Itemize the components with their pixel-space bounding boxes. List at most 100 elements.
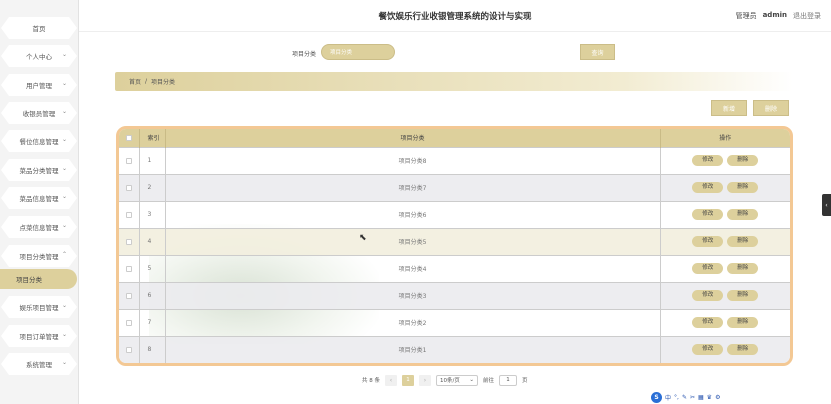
ime-logo-icon[interactable]: S [651, 391, 662, 403]
select-all-checkbox[interactable] [125, 134, 132, 141]
row-checkbox[interactable] [125, 346, 132, 353]
row-ops: 修改 删除 [660, 146, 790, 174]
table-row: 2 项目分类7 修改 删除 [119, 173, 790, 201]
row-checkbox[interactable] [125, 211, 132, 218]
chevron-down-icon: ⌄ [61, 331, 67, 338]
query-button[interactable]: 查询 [580, 44, 615, 60]
breadcrumb-home[interactable]: 首页 [129, 77, 141, 86]
page-unit-label: 页 [522, 378, 528, 384]
sidebar-item-label: 菜品信息管理 [19, 195, 59, 203]
table-row: 1 项目分类8 修改 删除 [119, 146, 790, 174]
row-index: 5 [139, 254, 166, 282]
delete-button[interactable]: 删除 [727, 182, 759, 193]
prev-page-button[interactable]: ‹ [385, 374, 397, 386]
edit-button[interactable]: 修改 [692, 290, 724, 301]
pagination: 共 8 条 ‹ 1 › 10条/页 ⌄ 前往 1 页 [362, 374, 528, 386]
sidebar-item-cashier-management[interactable]: 收银员管理 ⌄ [1, 102, 77, 124]
row-checkbox-cell [119, 308, 140, 336]
edit-button[interactable]: 修改 [692, 209, 724, 220]
row-checkbox[interactable] [125, 157, 132, 164]
delete-button[interactable]: 删除 [727, 236, 759, 247]
sidebar-item-dish-info[interactable]: 菜品信息管理 ⌄ [1, 187, 77, 209]
header-index: 索引 [139, 129, 166, 147]
goto-page-input[interactable]: 1 [499, 374, 518, 386]
header-ops: 操作 [660, 129, 790, 147]
page-number-button[interactable]: 1 [402, 374, 414, 386]
ime-skin-icon[interactable]: ♛ [707, 394, 712, 401]
app-title: 餐饮娱乐行业收银管理系统的设计与实现 [378, 12, 532, 22]
row-checkbox[interactable] [125, 319, 132, 326]
collapse-toggle-icon[interactable]: ‹ [822, 194, 831, 216]
chevron-down-icon: ⌄ [469, 377, 474, 383]
sidebar-subitem-project-category[interactable]: 项目分类 [0, 269, 77, 289]
ime-keyboard-icon[interactable]: ▦ [698, 394, 704, 401]
ime-punctuation-icon[interactable]: °, [674, 394, 679, 401]
edit-button[interactable]: 修改 [692, 344, 724, 356]
row-checkbox-cell [119, 200, 140, 228]
delete-button[interactable]: 删除 [727, 209, 759, 220]
row-index: 8 [139, 335, 166, 363]
sidebar-item-system[interactable]: 系统管理 ⌄ [1, 353, 77, 375]
ime-settings-icon[interactable]: ⚙ [715, 394, 720, 401]
delete-button[interactable]: 删除 [727, 344, 759, 356]
row-checkbox[interactable] [125, 184, 132, 191]
row-index: 4 [139, 227, 166, 255]
table-row: 6 项目分类3 修改 删除 [119, 281, 790, 309]
goto-label: 前往 [483, 378, 495, 384]
chevron-down-icon: ⌄ [61, 108, 67, 115]
row-name: 项目分类2 [165, 308, 661, 336]
batch-delete-button[interactable]: 删除 [753, 100, 789, 116]
chevron-down-icon: ⌄ [61, 193, 67, 200]
table-row: 4 项目分类5 修改 删除 [119, 227, 790, 255]
user-role: 管理员 [735, 12, 757, 20]
delete-button[interactable]: 删除 [727, 317, 759, 328]
sidebar-item-dish-category[interactable]: 菜品分类管理 ⌄ [1, 159, 77, 181]
row-checkbox[interactable] [125, 292, 132, 299]
ime-lang[interactable]: 中 [665, 393, 671, 402]
edit-button[interactable]: 修改 [692, 317, 724, 328]
edit-button[interactable]: 修改 [692, 236, 724, 247]
edit-button[interactable]: 修改 [692, 182, 724, 193]
pagination-total: 共 8 条 [362, 378, 380, 384]
ime-tools-icon[interactable]: ✂ [690, 394, 695, 401]
table-row: 8 项目分类1 修改 删除 [119, 335, 790, 363]
sidebar-item-user-management[interactable]: 用户管理 ⌄ [1, 74, 77, 96]
row-ops: 修改 删除 [660, 335, 790, 363]
sidebar-item-label: 个人中心 [26, 53, 52, 61]
sidebar-item-label: 点菜信息管理 [19, 224, 59, 232]
row-ops: 修改 删除 [660, 200, 790, 228]
chevron-down-icon: ⌄ [61, 165, 67, 172]
edit-button[interactable]: 修改 [692, 263, 724, 274]
sidebar-item-project-category[interactable]: 项目分类管理 ⌃ [1, 245, 77, 267]
next-page-button[interactable]: › [419, 374, 431, 386]
edit-button[interactable]: 修改 [692, 155, 724, 166]
table-header-row: 索引 项目分类 操作 [119, 129, 790, 147]
delete-button[interactable]: 删除 [727, 290, 759, 301]
sidebar-item-order-dish[interactable]: 点菜信息管理 ⌄ [1, 216, 77, 238]
sidebar-item-personal-center[interactable]: 个人中心 ⌄ [1, 45, 77, 67]
logout-link[interactable]: 退出登录 [793, 11, 821, 21]
delete-button[interactable]: 删除 [727, 263, 759, 274]
add-button[interactable]: 新增 [711, 100, 747, 116]
row-checkbox[interactable] [125, 238, 132, 245]
row-name: 项目分类1 [165, 335, 661, 363]
page-size-select[interactable]: 10条/页 ⌄ [436, 374, 478, 386]
sidebar-item-label: 项目订单管理 [19, 333, 59, 341]
row-index: 7 [139, 308, 166, 336]
chevron-down-icon: ⌄ [61, 359, 67, 366]
row-ops: 修改 删除 [660, 281, 790, 309]
delete-button[interactable]: 删除 [727, 155, 759, 166]
select-all-cell [119, 129, 140, 147]
row-ops: 修改 删除 [660, 173, 790, 201]
breadcrumb: 首页 / 项目分类 [115, 72, 793, 91]
search-input[interactable]: 项目分类 [321, 44, 395, 60]
sidebar-item-seat-info[interactable]: 餐位信息管理 ⌄ [1, 130, 77, 152]
sidebar-item-project-orders[interactable]: 项目订单管理 ⌄ [1, 325, 77, 347]
row-checkbox-cell [119, 335, 140, 363]
sidebar: 首页 个人中心 ⌄ 用户管理 ⌄ 收银员管理 ⌄ 餐位信息管理 ⌄ 菜品分类管理 ⌄ 菜品… [0, 0, 79, 404]
row-checkbox[interactable] [125, 265, 132, 272]
sidebar-item-label: 项目分类管理 [19, 253, 59, 261]
sidebar-item-home[interactable]: 首页 [1, 17, 77, 39]
sidebar-item-entertainment[interactable]: 娱乐项目管理 ⌄ [1, 296, 77, 318]
ime-handwriting-icon[interactable]: ✎ [682, 394, 687, 401]
